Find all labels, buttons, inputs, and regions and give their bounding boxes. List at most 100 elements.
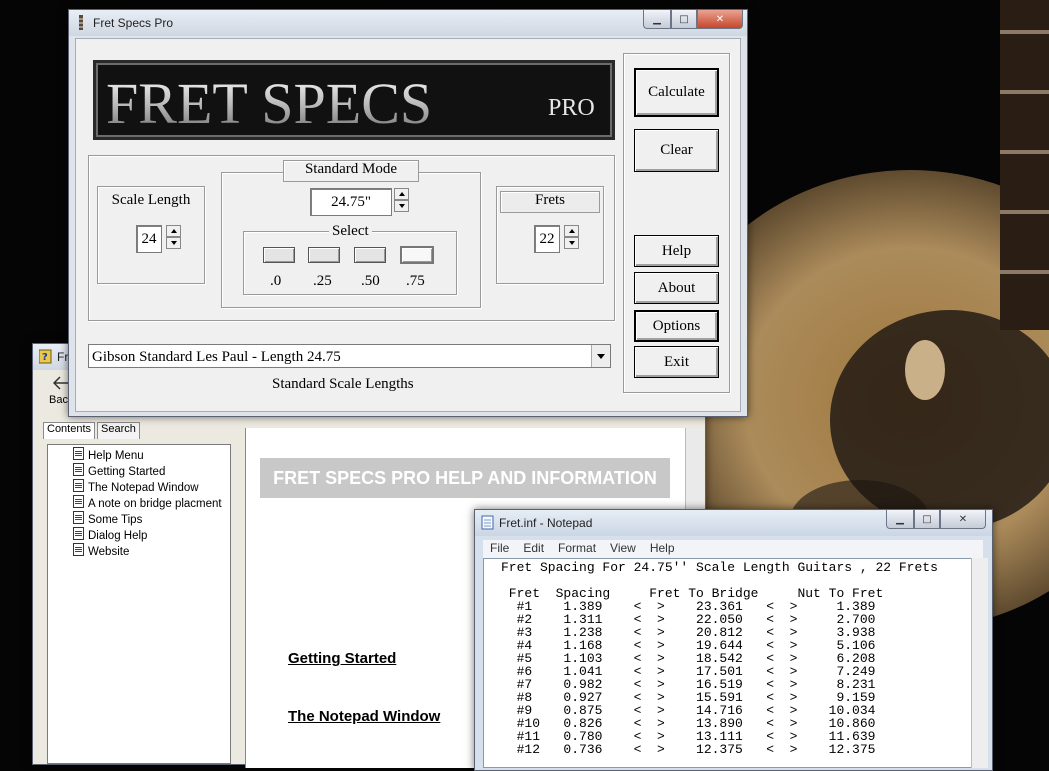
exit-button[interactable]: Exit bbox=[634, 346, 719, 378]
link-notepad-window[interactable]: The Notepad Window bbox=[288, 708, 440, 725]
close-button[interactable]: ✕ bbox=[940, 510, 986, 529]
tree-item-label: Dialog Help bbox=[88, 530, 148, 542]
help-contents-tree: Help Menu Getting Started The Notepad Wi… bbox=[47, 444, 231, 764]
help-window-title: Fr bbox=[57, 350, 69, 364]
main-window-title: Fret Specs Pro bbox=[93, 16, 174, 30]
select-option-label-0: .0 bbox=[270, 273, 282, 289]
menu-format[interactable]: Format bbox=[551, 540, 603, 558]
about-button[interactable]: About bbox=[634, 272, 719, 304]
select-option-75[interactable] bbox=[400, 246, 434, 264]
select-option-label-25: .25 bbox=[313, 273, 332, 289]
maximize-button[interactable]: □ bbox=[671, 10, 697, 29]
notepad-app-icon bbox=[481, 515, 494, 530]
main-titlebar[interactable]: Fret Specs Pro ▁ □ ✕ bbox=[69, 10, 747, 36]
select-label: Select bbox=[329, 223, 372, 240]
scale-length-combo-value: Gibson Standard Les Paul - Length 24.75 bbox=[92, 349, 341, 365]
scale-length-label: Scale Length bbox=[102, 191, 200, 213]
calculate-button[interactable]: Calculate bbox=[634, 68, 719, 117]
select-option-0[interactable] bbox=[263, 247, 295, 263]
tree-item-website[interactable]: Website bbox=[73, 543, 129, 558]
document-icon bbox=[73, 527, 84, 540]
notepad-data-row: #12 0.736 < > 12.375 < > 12.375 bbox=[501, 742, 876, 757]
fret-specs-logo: FRET SPECS PRO bbox=[96, 63, 612, 137]
tree-item-getting-started[interactable]: Getting Started bbox=[73, 463, 165, 478]
notepad-menubar: File Edit Format View Help bbox=[483, 540, 983, 558]
tab-search[interactable]: Search bbox=[97, 422, 140, 439]
close-icon: ✕ bbox=[958, 513, 968, 525]
notepad-titlebar[interactable]: Fret.inf - Notepad ▁ □ ✕ bbox=[475, 510, 992, 536]
tree-item-label: The Notepad Window bbox=[88, 482, 199, 494]
notepad-caption-buttons: ▁ □ ✕ bbox=[886, 510, 986, 529]
fret-specs-window: Fret Specs Pro ▁ □ ✕ FRET SPECS PRO Scal… bbox=[68, 9, 748, 417]
document-icon bbox=[73, 463, 84, 476]
spin-up-icon[interactable] bbox=[564, 225, 579, 237]
tree-item-label: Help Menu bbox=[88, 450, 144, 462]
tree-item-notepad-window[interactable]: The Notepad Window bbox=[73, 479, 199, 494]
frets-value[interactable]: 22 bbox=[534, 225, 560, 253]
fret-specs-app-icon bbox=[79, 15, 83, 30]
notepad-window: Fret.inf - Notepad ▁ □ ✕ File Edit Forma… bbox=[474, 509, 993, 771]
menu-file[interactable]: File bbox=[483, 540, 516, 558]
notepad-heading-line: Fret Spacing For 24.75'' Scale Length Gu… bbox=[501, 560, 938, 575]
spin-up-icon[interactable] bbox=[394, 188, 409, 200]
svg-text:?: ? bbox=[42, 352, 48, 363]
link-getting-started[interactable]: Getting Started bbox=[288, 650, 396, 667]
tree-item-label: Some Tips bbox=[88, 514, 143, 526]
document-icon bbox=[73, 543, 84, 556]
help-app-icon: ? bbox=[39, 349, 52, 364]
tree-item-label: A note on bridge placment bbox=[88, 498, 222, 510]
minimize-icon: ▁ bbox=[896, 513, 904, 525]
clear-button[interactable]: Clear bbox=[634, 129, 719, 172]
notepad-text-area[interactable]: Fret Spacing For 24.75'' Scale Length Gu… bbox=[483, 558, 973, 768]
spin-down-icon[interactable] bbox=[564, 237, 579, 249]
document-icon bbox=[73, 479, 84, 492]
close-button[interactable]: ✕ bbox=[697, 10, 743, 29]
back-button-label: Bac bbox=[49, 394, 68, 406]
scale-length-spinner bbox=[166, 225, 181, 249]
spin-down-icon[interactable] bbox=[166, 237, 181, 249]
tree-item-bridge-placement[interactable]: A note on bridge placment bbox=[73, 495, 222, 510]
minimize-button[interactable]: ▁ bbox=[643, 10, 671, 29]
maximize-icon: □ bbox=[679, 13, 689, 25]
spin-up-icon[interactable] bbox=[166, 225, 181, 237]
notepad-window-title: Fret.inf - Notepad bbox=[499, 516, 593, 530]
minimize-button[interactable]: ▁ bbox=[886, 510, 914, 529]
tree-item-label: Website bbox=[88, 546, 130, 558]
back-arrow-icon bbox=[53, 376, 68, 390]
notepad-scrollbar[interactable] bbox=[971, 558, 988, 768]
tree-item-dialog-help[interactable]: Dialog Help bbox=[73, 527, 147, 542]
standard-mode-label: Standard Mode bbox=[283, 160, 419, 182]
help-banner: FRET SPECS PRO HELP AND INFORMATION bbox=[260, 458, 670, 498]
tab-contents[interactable]: Contents bbox=[43, 422, 96, 439]
frets-label: Frets bbox=[500, 191, 600, 213]
frets-spinner bbox=[564, 225, 579, 249]
document-icon bbox=[73, 511, 84, 524]
main-caption-buttons: ▁ □ ✕ bbox=[643, 10, 743, 29]
spin-down-icon[interactable] bbox=[394, 200, 409, 212]
tree-item-help-menu[interactable]: Help Menu bbox=[73, 447, 144, 462]
tree-item-label: Getting Started bbox=[88, 466, 166, 478]
standard-mode-spinner bbox=[394, 188, 409, 212]
scale-length-combo[interactable]: Gibson Standard Les Paul - Length 24.75 bbox=[88, 344, 611, 368]
close-icon: ✕ bbox=[715, 13, 725, 25]
logo-suffix-text: PRO bbox=[548, 95, 595, 121]
menu-view[interactable]: View bbox=[603, 540, 643, 558]
document-icon bbox=[73, 447, 84, 460]
standard-mode-value[interactable]: 24.75" bbox=[310, 188, 392, 216]
scale-length-value[interactable]: 24 bbox=[136, 225, 162, 253]
tree-item-some-tips[interactable]: Some Tips bbox=[73, 511, 142, 526]
minimize-icon: ▁ bbox=[653, 13, 661, 25]
select-option-50[interactable] bbox=[354, 247, 386, 263]
select-option-25[interactable] bbox=[308, 247, 340, 263]
maximize-button[interactable]: □ bbox=[914, 510, 940, 529]
standard-scale-lengths-caption: Standard Scale Lengths bbox=[272, 376, 414, 392]
menu-edit[interactable]: Edit bbox=[516, 540, 551, 558]
options-button[interactable]: Options bbox=[634, 310, 719, 342]
select-option-label-75: .75 bbox=[406, 273, 425, 289]
main-client-area: FRET SPECS PRO Scale Length 24 Standard … bbox=[75, 38, 741, 412]
menu-help[interactable]: Help bbox=[643, 540, 682, 558]
dropdown-arrow-icon[interactable] bbox=[591, 345, 610, 367]
select-option-label-50: .50 bbox=[361, 273, 380, 289]
document-icon bbox=[73, 495, 84, 508]
help-button[interactable]: Help bbox=[634, 235, 719, 267]
